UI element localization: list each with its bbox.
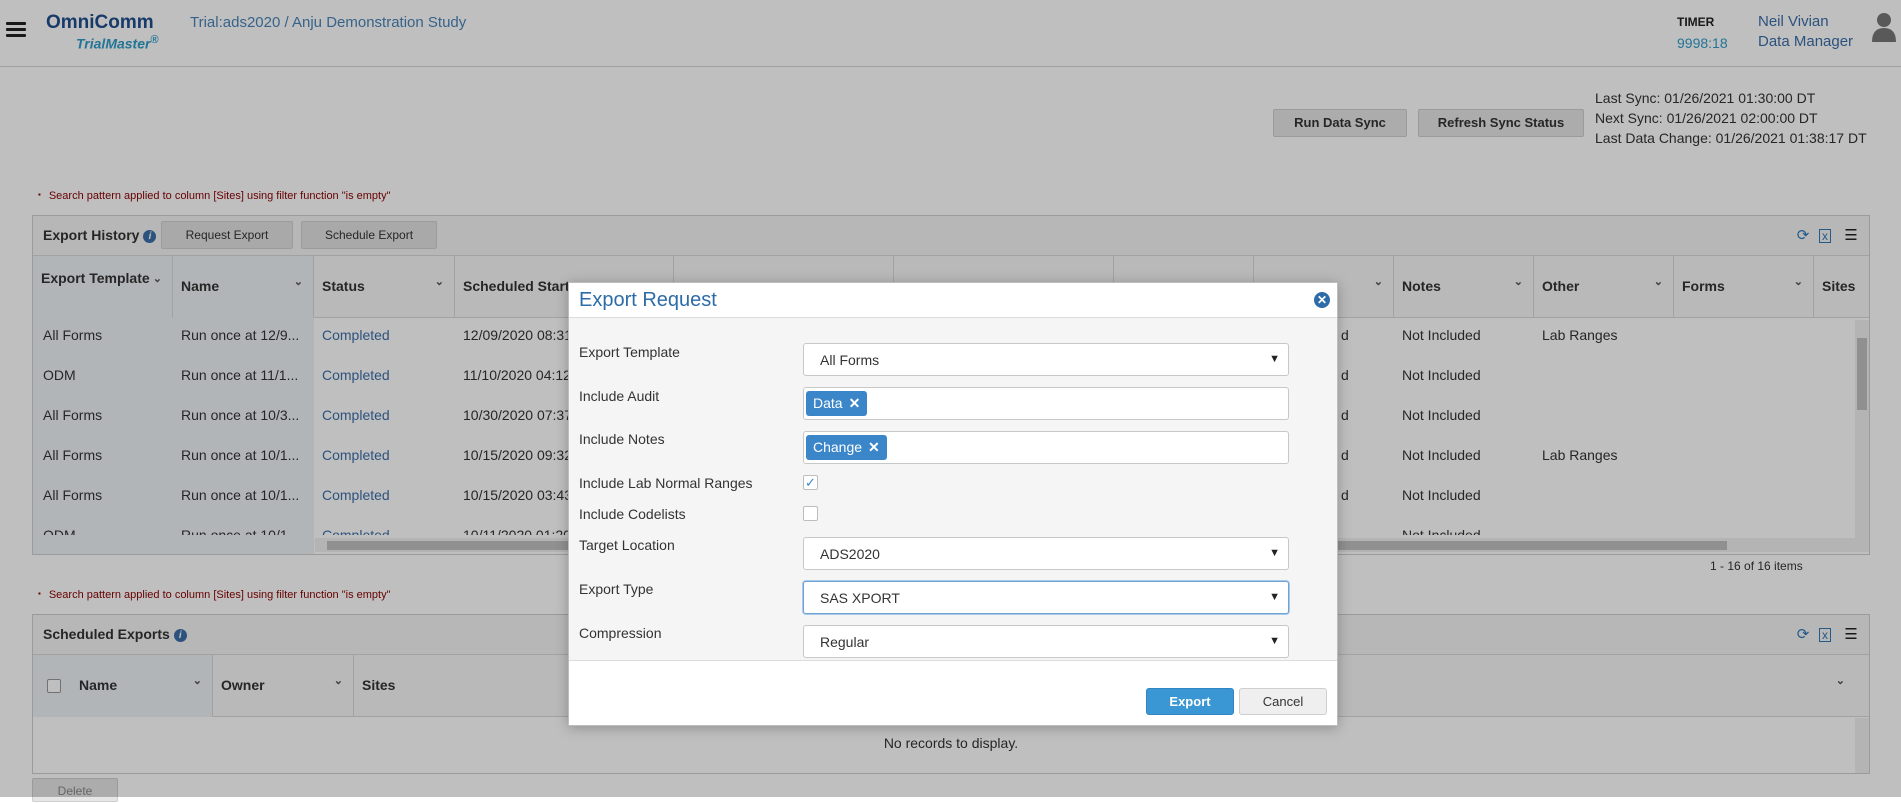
include-notes-multiselect[interactable]: Change ✕: [803, 431, 1289, 464]
codelists-checkbox[interactable]: [803, 506, 818, 521]
chevron-down-icon: ▼: [1269, 353, 1280, 365]
cancel-button[interactable]: Cancel: [1239, 688, 1327, 715]
chevron-down-icon: ▼: [1269, 591, 1280, 603]
export-template-select[interactable]: All Forms ▼: [803, 343, 1289, 376]
dialog-body: Export Template All Forms ▼ Include Audit…: [569, 317, 1337, 661]
chevron-down-icon: ▼: [1269, 547, 1280, 559]
audit-tag-data: Data ✕: [806, 391, 868, 416]
remove-tag-icon[interactable]: ✕: [849, 395, 861, 411]
compression-select[interactable]: Regular ▼: [803, 625, 1289, 658]
notes-tag-change: Change ✕: [806, 435, 887, 460]
export-button[interactable]: Export: [1146, 688, 1234, 715]
target-location-label: Target Location: [579, 537, 675, 553]
export-type-label: Export Type: [579, 581, 654, 597]
include-notes-label: Include Notes: [579, 431, 665, 447]
lab-ranges-checkbox[interactable]: ✓: [803, 475, 818, 490]
target-location-select[interactable]: ADS2020 ▼: [803, 537, 1289, 570]
include-audit-multiselect[interactable]: Data ✕: [803, 387, 1289, 420]
compression-label: Compression: [579, 625, 662, 641]
lab-ranges-label: Include Lab Normal Ranges: [579, 475, 753, 491]
export-template-label: Export Template: [579, 344, 680, 360]
include-audit-label: Include Audit: [579, 388, 660, 404]
chevron-down-icon: ▼: [1269, 635, 1280, 647]
remove-tag-icon[interactable]: ✕: [868, 439, 880, 455]
export-request-dialog: Export Request ✕ Export Template All For…: [568, 282, 1338, 726]
codelists-label: Include Codelists: [579, 506, 686, 522]
export-type-select[interactable]: SAS XPORT ▼: [803, 581, 1289, 614]
close-icon[interactable]: ✕: [1314, 292, 1330, 308]
dialog-title: Export Request: [579, 289, 717, 311]
